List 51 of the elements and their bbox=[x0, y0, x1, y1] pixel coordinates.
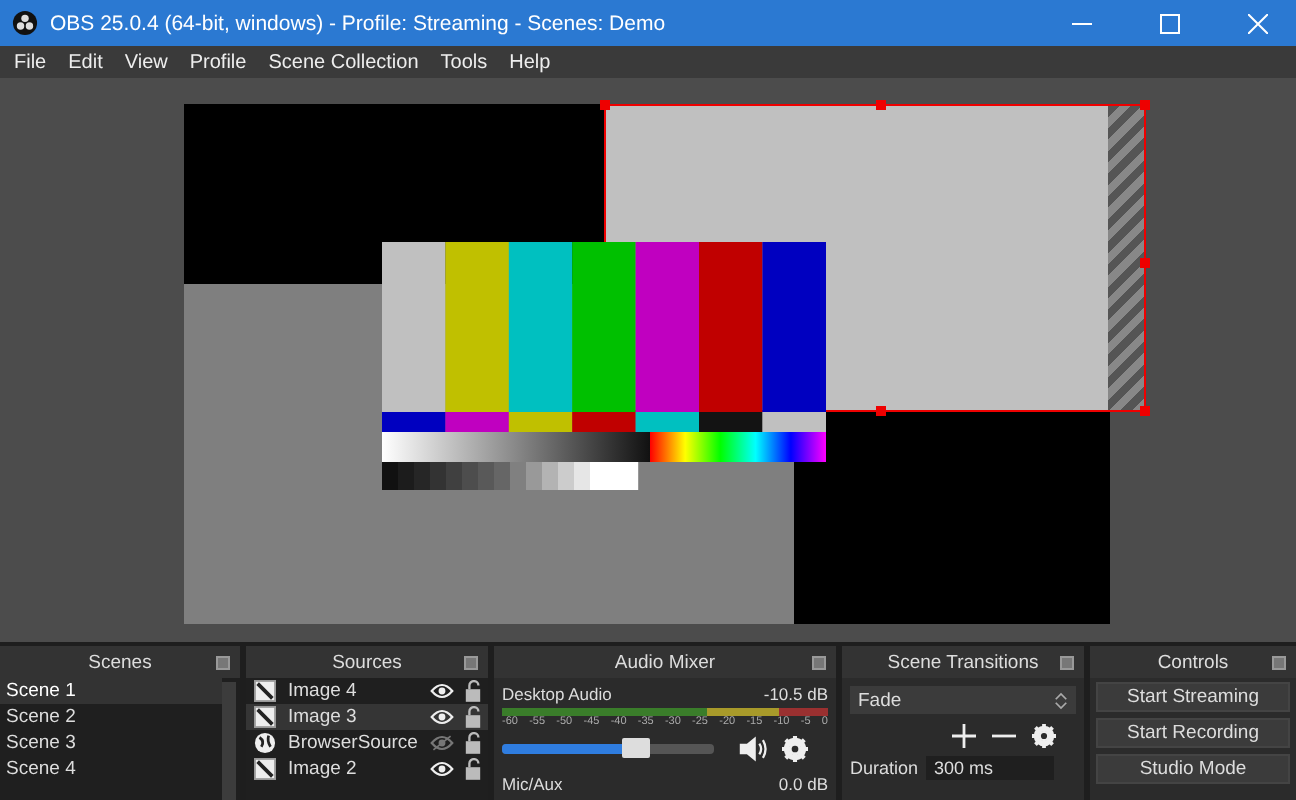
eye-icon[interactable] bbox=[430, 682, 454, 700]
source-name[interactable]: BrowserSource bbox=[288, 732, 430, 754]
unlocked-padlock-icon[interactable] bbox=[464, 680, 482, 702]
unlocked-padlock-icon[interactable] bbox=[464, 732, 482, 754]
window-title: OBS 25.0.4 (64-bit, windows) - Profile: Streaming - Scenes: Demo bbox=[50, 11, 668, 36]
eye-icon[interactable] bbox=[430, 760, 454, 778]
volume-reading: 0.0 dB bbox=[778, 774, 828, 794]
dock-title: Controls bbox=[1157, 651, 1229, 673]
duration-label: Duration bbox=[850, 758, 919, 778]
hidden-eye-icon[interactable] bbox=[430, 734, 454, 752]
control-button[interactable]: Start Streaming bbox=[1096, 682, 1290, 712]
dock-title: Scenes bbox=[88, 651, 152, 673]
menu-item[interactable]: Tools bbox=[440, 51, 488, 74]
dock-title: Audio Mixer bbox=[614, 651, 716, 673]
eye-icon[interactable] bbox=[430, 708, 454, 726]
unlocked-padlock-icon[interactable] bbox=[464, 706, 482, 728]
image-icon bbox=[254, 706, 276, 728]
scrollbar[interactable] bbox=[222, 682, 236, 800]
settings-icon[interactable] bbox=[782, 736, 808, 762]
menu-item[interactable]: View bbox=[124, 51, 168, 74]
volume-reading: -10.5 dB bbox=[763, 684, 828, 704]
control-button[interactable]: Studio Mode bbox=[1096, 754, 1290, 784]
scene-item[interactable]: Scene 1 bbox=[0, 678, 222, 704]
globe-icon bbox=[254, 732, 276, 754]
menu-item[interactable]: Scene Collection bbox=[268, 51, 419, 74]
add-icon[interactable] bbox=[952, 724, 976, 748]
menu-item[interactable]: Profile bbox=[189, 51, 247, 74]
menu-item[interactable]: File bbox=[14, 51, 47, 74]
source-name[interactable]: Image 2 bbox=[288, 758, 430, 780]
dock-title: Sources bbox=[332, 651, 402, 673]
dock-title: Scene Transitions bbox=[887, 651, 1039, 673]
scene-item[interactable]: Scene 2 bbox=[0, 704, 222, 730]
maximize-icon[interactable] bbox=[1160, 13, 1180, 34]
scene-item[interactable]: Scene 4 bbox=[0, 756, 222, 782]
app-logo-icon bbox=[12, 10, 38, 37]
unlocked-padlock-icon[interactable] bbox=[464, 758, 482, 780]
scene-item[interactable]: Scene 3 bbox=[0, 730, 222, 756]
menu-item[interactable]: Help bbox=[509, 51, 551, 74]
duration-field[interactable]: 300 ms bbox=[926, 756, 1055, 780]
transition-dropdown[interactable]: Fade bbox=[850, 686, 1076, 714]
settings-icon[interactable] bbox=[1032, 724, 1056, 748]
volume-slider[interactable] bbox=[502, 744, 714, 754]
channel-name: Desktop Audio bbox=[502, 684, 612, 704]
source-name[interactable]: Image 4 bbox=[288, 680, 430, 702]
menu-item[interactable]: Edit bbox=[68, 51, 103, 74]
close-icon[interactable] bbox=[1248, 13, 1268, 34]
image-icon bbox=[254, 758, 276, 780]
channel-name: Mic/Aux bbox=[502, 774, 563, 794]
speaker-icon[interactable] bbox=[738, 736, 770, 762]
spinner-arrows-icon bbox=[1054, 689, 1068, 711]
control-button[interactable]: Start Recording bbox=[1096, 718, 1290, 748]
